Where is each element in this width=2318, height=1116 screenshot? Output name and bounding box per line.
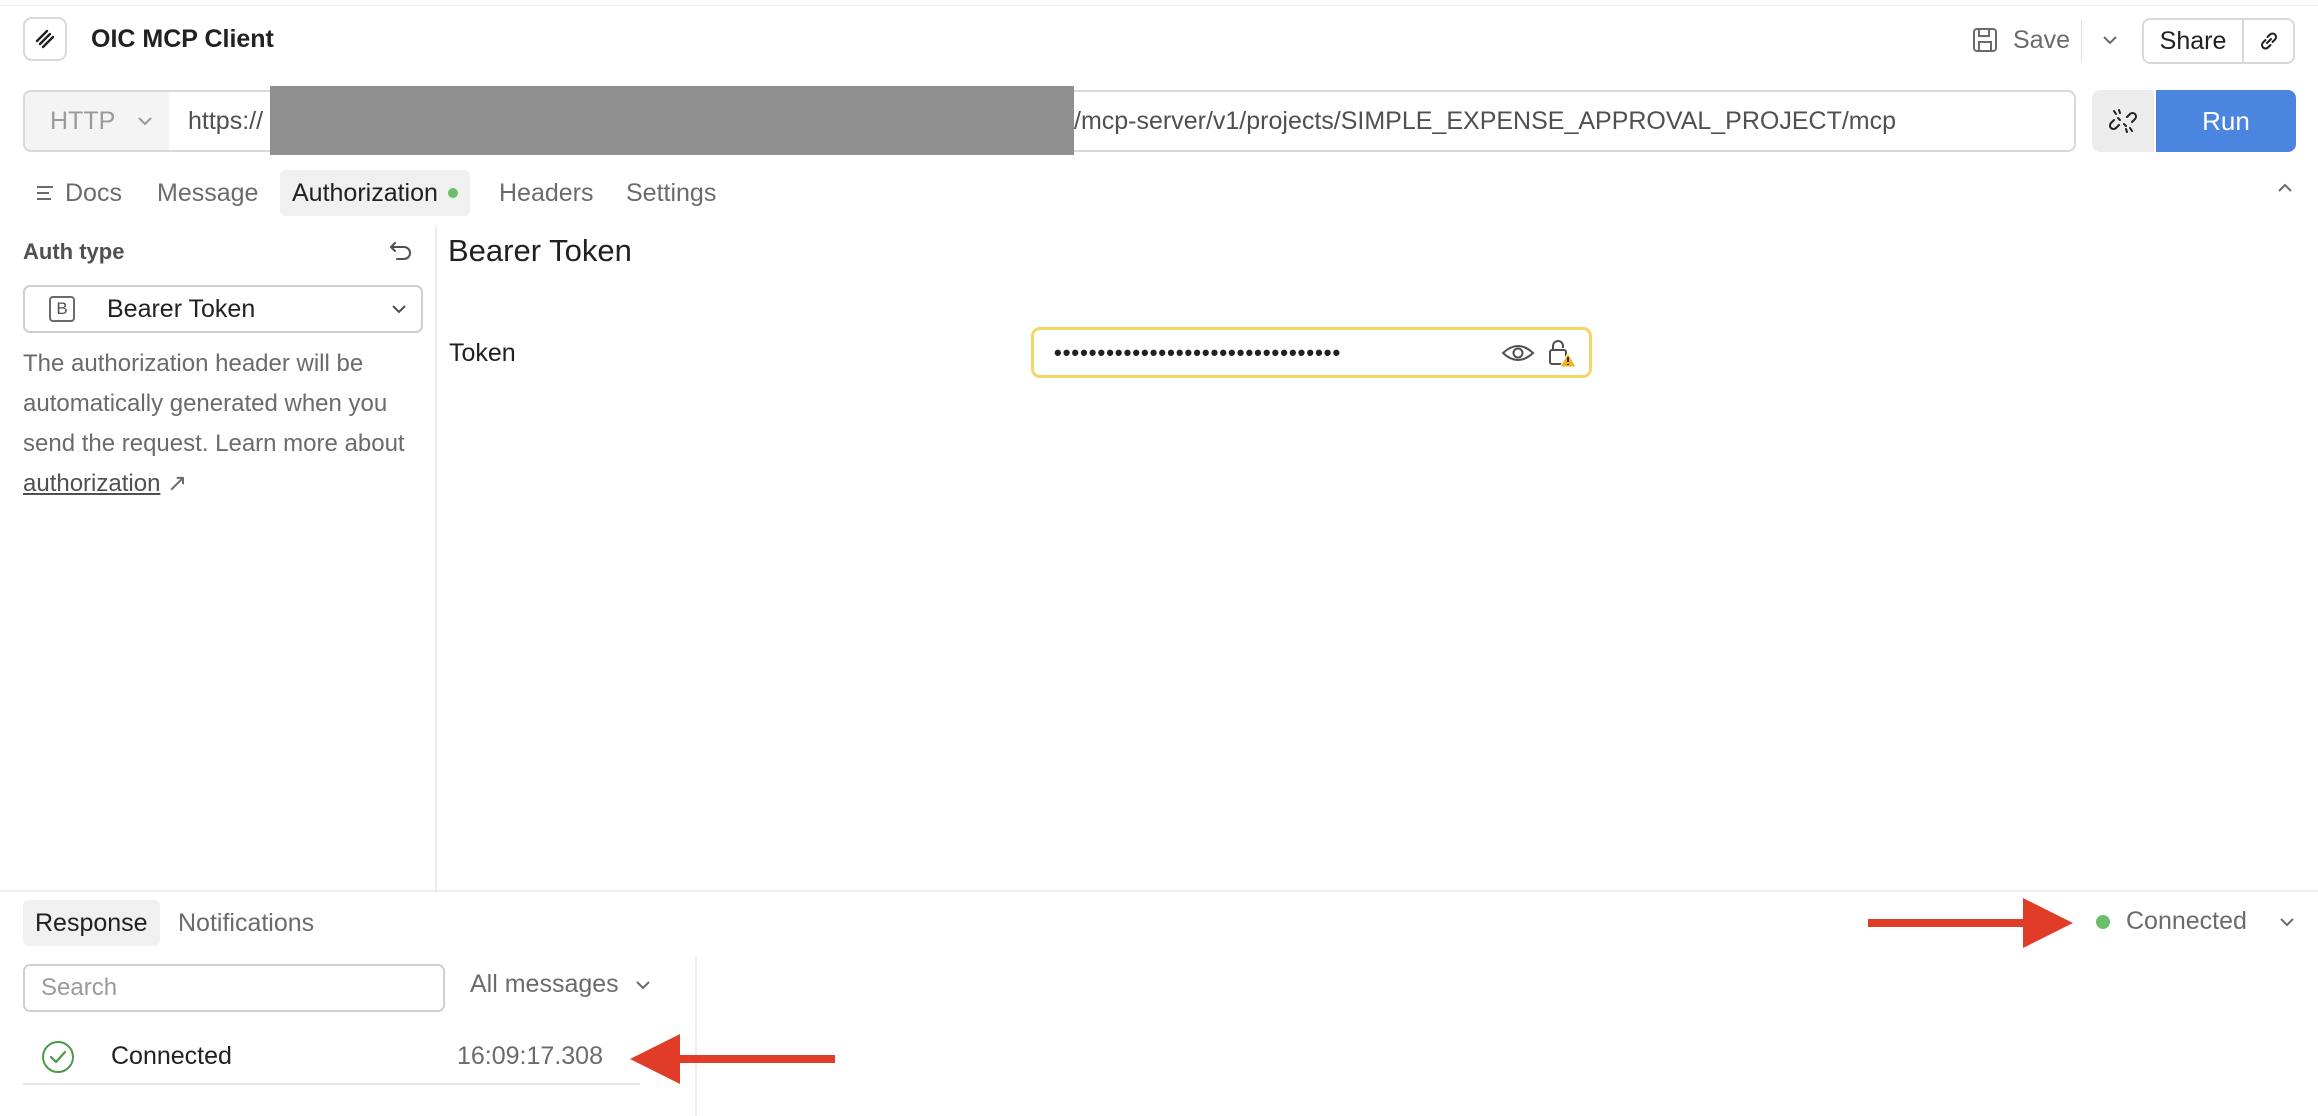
app-logo-icon[interactable] bbox=[23, 17, 67, 61]
authorization-link[interactable]: authorization bbox=[23, 470, 160, 497]
save-icon bbox=[1971, 26, 1999, 54]
url-prefix[interactable]: https:// bbox=[188, 104, 263, 138]
annotation-arrow-left bbox=[630, 1034, 835, 1084]
bearer-b-icon: B bbox=[49, 296, 75, 322]
external-link-arrow-icon: ↗ bbox=[167, 470, 188, 497]
lock-warning-icon[interactable] bbox=[1547, 338, 1577, 368]
disconnect-button[interactable] bbox=[2092, 90, 2154, 152]
collapse-chevron-up-icon[interactable] bbox=[2276, 182, 2294, 194]
show-eye-icon[interactable] bbox=[1501, 341, 1535, 365]
auth-type-value: Bearer Token bbox=[107, 294, 256, 323]
bearer-token-title: Bearer Token bbox=[448, 233, 632, 268]
success-check-icon bbox=[40, 1039, 76, 1075]
annotation-arrow-right bbox=[1868, 898, 2073, 948]
message-filter-select[interactable]: All messages bbox=[470, 970, 651, 999]
filter-label: All messages bbox=[470, 970, 619, 998]
tab-authorization[interactable]: Authorization bbox=[280, 170, 470, 216]
tab-response[interactable]: Response bbox=[23, 900, 160, 946]
docs-lines-icon bbox=[35, 184, 55, 202]
save-options-chevron-down-icon[interactable] bbox=[2092, 22, 2128, 58]
chevron-down-icon bbox=[391, 304, 407, 314]
tab-headers[interactable]: Headers bbox=[487, 170, 606, 216]
search-input[interactable] bbox=[23, 964, 445, 1012]
chevron-down-icon bbox=[137, 116, 153, 126]
response-divider bbox=[0, 890, 2318, 892]
connection-status: Connected bbox=[2096, 907, 2247, 936]
share-group: Share bbox=[2142, 18, 2295, 64]
auth-type-select[interactable]: B Bearer Token bbox=[23, 285, 423, 333]
status-dot bbox=[2096, 914, 2110, 929]
tab-settings[interactable]: Settings bbox=[614, 170, 728, 216]
reset-undo-icon[interactable] bbox=[388, 240, 414, 262]
app-title: OIC MCP Client bbox=[91, 25, 274, 53]
run-button[interactable]: Run bbox=[2156, 90, 2296, 152]
token-masked-value: ••••••••••••••••••••••••••••••••• bbox=[1054, 339, 1342, 365]
url-path[interactable]: /mcp-server/v1/projects/SIMPLE_EXPENSE_A… bbox=[1074, 104, 1896, 138]
panel-divider bbox=[435, 226, 437, 890]
message-text: Connected bbox=[111, 1042, 232, 1070]
tab-authorization-label: Authorization bbox=[292, 178, 438, 207]
share-button[interactable]: Share bbox=[2144, 20, 2244, 62]
redacted-url-segment bbox=[270, 86, 1074, 155]
save-label: Save bbox=[2013, 25, 2070, 54]
tab-docs[interactable]: Docs bbox=[23, 170, 134, 216]
auth-description: The authorization header will be automat… bbox=[23, 344, 428, 504]
copy-link-icon[interactable] bbox=[2244, 20, 2293, 62]
message-timestamp: 16:09:17.308 bbox=[457, 1042, 603, 1070]
status-chevron-down-icon[interactable] bbox=[2278, 916, 2296, 928]
broken-link-icon bbox=[2108, 109, 2138, 133]
tab-message[interactable]: Message bbox=[145, 170, 270, 216]
status-text: Connected bbox=[2126, 907, 2247, 935]
token-label: Token bbox=[449, 339, 516, 367]
token-input[interactable]: ••••••••••••••••••••••••••••••••• bbox=[1031, 327, 1592, 378]
save-divider bbox=[2081, 20, 2082, 62]
tab-docs-label: Docs bbox=[65, 178, 122, 207]
top-border bbox=[0, 0, 2318, 6]
chevron-down-icon bbox=[635, 980, 651, 990]
save-button[interactable]: Save bbox=[1971, 18, 2070, 62]
auth-description-text: The authorization header will be automat… bbox=[23, 350, 405, 457]
auth-active-dot bbox=[447, 188, 458, 198]
auth-type-label: Auth type bbox=[23, 239, 125, 264]
method-select[interactable]: HTTP bbox=[23, 90, 169, 152]
method-label: HTTP bbox=[50, 106, 116, 135]
tab-notifications[interactable]: Notifications bbox=[166, 900, 326, 946]
